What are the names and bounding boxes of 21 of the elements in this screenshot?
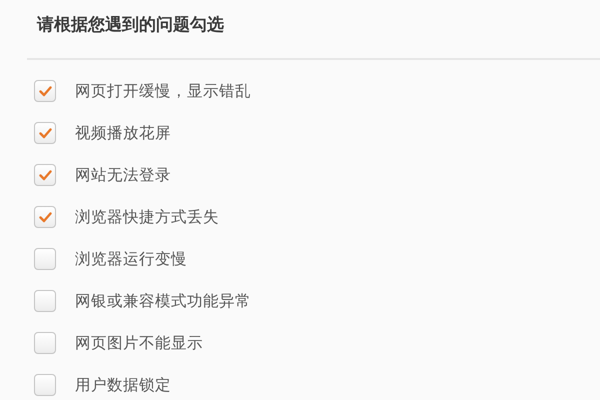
option-label: 网银或兼容模式功能异常 <box>75 291 251 311</box>
check-icon <box>38 212 52 222</box>
checkbox[interactable] <box>34 332 56 354</box>
checkbox[interactable] <box>34 80 56 102</box>
checkbox[interactable] <box>34 374 56 396</box>
option-label: 视频播放花屏 <box>75 123 171 143</box>
check-icon <box>38 86 52 96</box>
check-icon <box>38 170 52 180</box>
checkbox[interactable] <box>34 206 56 228</box>
option-label: 用户数据锁定 <box>75 375 171 395</box>
check-icon <box>38 128 52 138</box>
checkbox[interactable] <box>34 290 56 312</box>
option-label: 网站无法登录 <box>75 165 171 185</box>
question-title: 请根据您遇到的问题勾选 <box>37 14 225 36</box>
option-label: 浏览器运行变慢 <box>75 249 187 269</box>
option-label: 浏览器快捷方式丢失 <box>75 207 219 227</box>
option-label: 网页图片不能显示 <box>75 333 203 353</box>
checkbox[interactable] <box>34 164 56 186</box>
option-label: 网页打开缓慢，显示错乱 <box>75 81 251 101</box>
checkbox[interactable] <box>34 248 56 270</box>
checkbox[interactable] <box>34 122 56 144</box>
